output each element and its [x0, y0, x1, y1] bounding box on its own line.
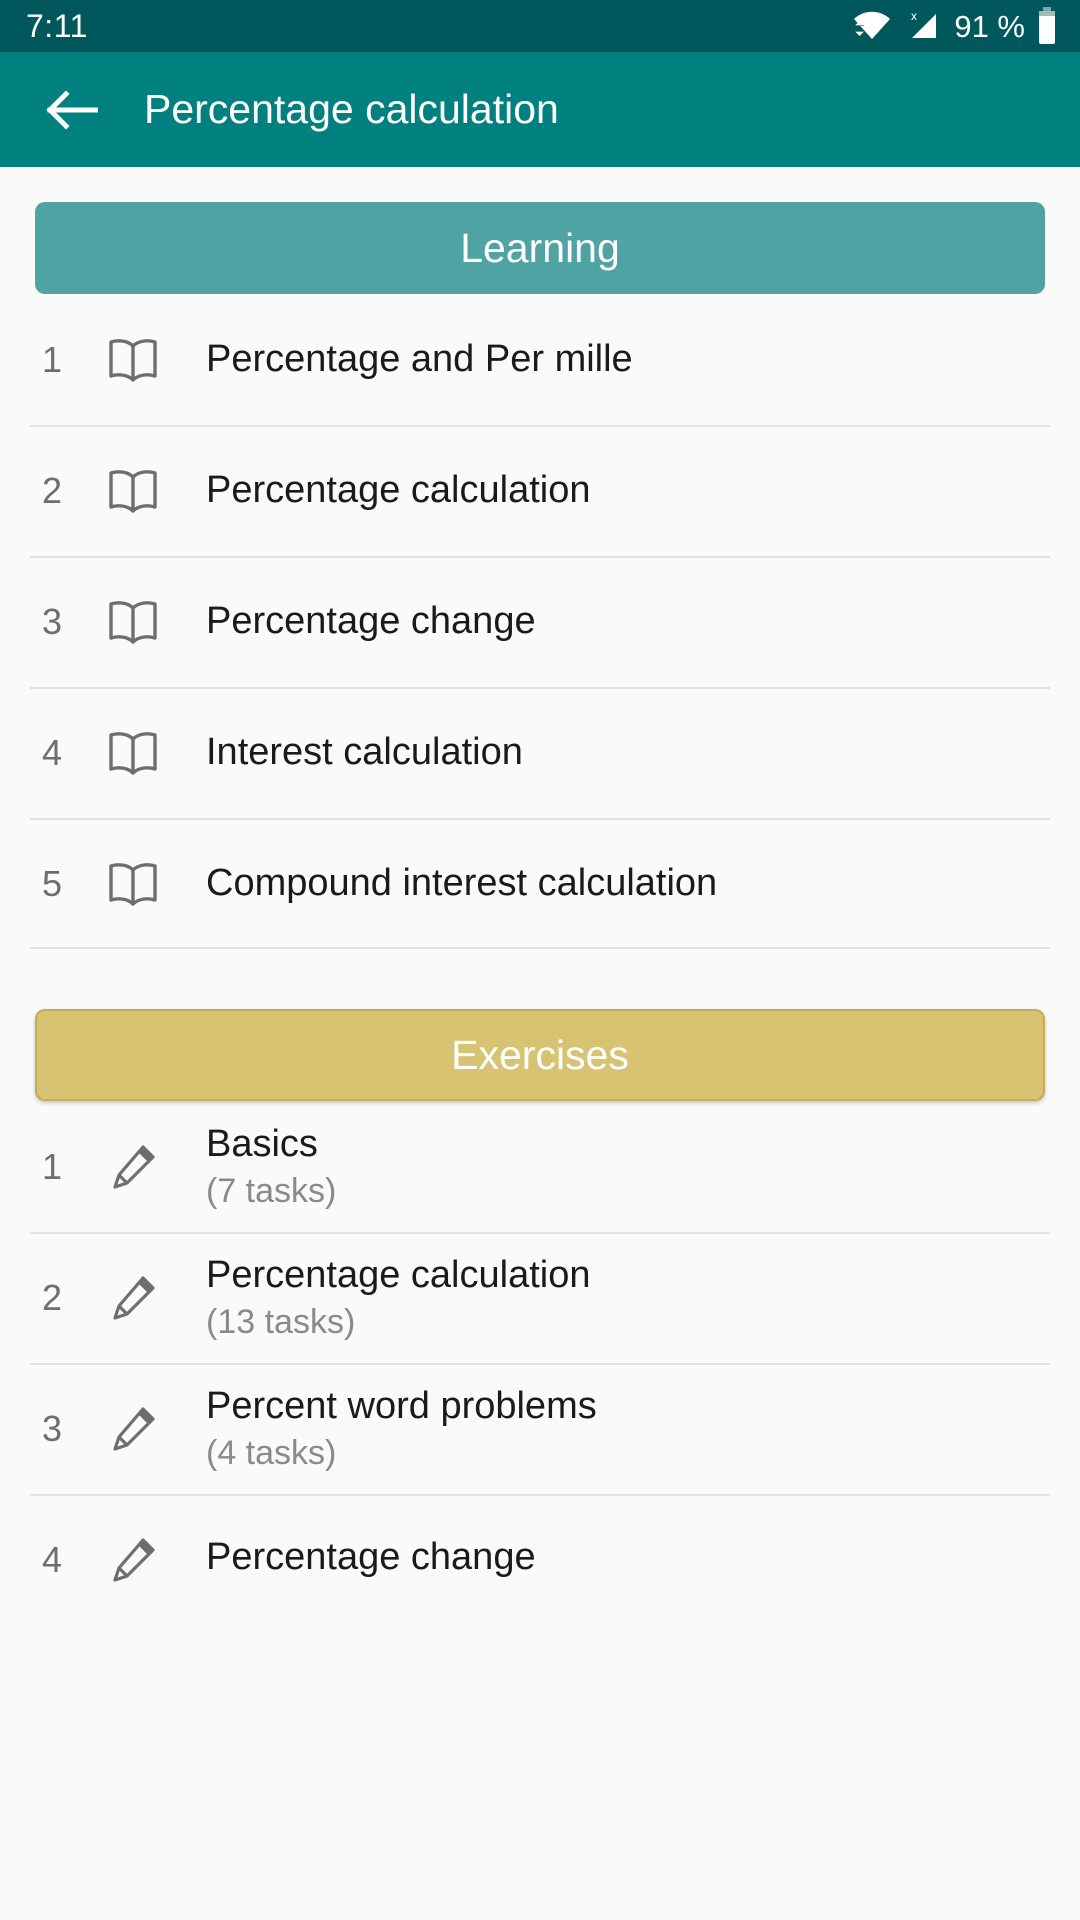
list-item-index: 2	[41, 1276, 63, 1318]
list-item-title: Basics	[206, 1122, 318, 1165]
back-button[interactable]	[40, 79, 102, 141]
battery-percent-label: 91 %	[954, 8, 1025, 44]
list-item-index: 3	[41, 600, 63, 642]
section-header-exercises[interactable]: Exercises	[35, 1009, 1045, 1101]
list-item-title: Percentage calculation	[206, 469, 591, 512]
status-bar: 7:11 x 91 %	[0, 0, 1080, 52]
book-icon	[102, 467, 164, 515]
list-item-body: Percentage and Per mille	[206, 337, 633, 382]
battery-icon	[1036, 7, 1058, 45]
list-item-body: Basics (7 tasks)	[206, 1122, 336, 1212]
list-item-index: 3	[41, 1407, 63, 1449]
list-item-task-count: (13 tasks)	[206, 1302, 356, 1341]
list-item-title: Interest calculation	[206, 731, 523, 774]
pencil-icon	[102, 1272, 164, 1324]
list-item-body: Percent word problems (4 tasks)	[206, 1384, 597, 1474]
list-item-body: Percentage calculation (13 tasks)	[206, 1253, 590, 1343]
list-item-index: 4	[41, 1538, 63, 1580]
svg-text:x: x	[911, 9, 917, 23]
list-item-title: Percentage change	[206, 600, 536, 643]
list-item[interactable]: 4 Interest calculation	[0, 687, 1080, 818]
list-item-body: Percentage change	[206, 1535, 536, 1584]
list-item-title: Compound interest calculation	[206, 862, 718, 905]
page-title: Percentage calculation	[144, 86, 559, 132]
status-clock: 7:11	[26, 8, 88, 44]
list-item-title: Percentage change	[206, 1536, 536, 1579]
status-bar-icons: x 91 %	[852, 7, 1058, 45]
list-item-body: Percentage calculation	[206, 468, 590, 513]
back-arrow-icon	[44, 88, 98, 132]
list-item-task-count: (4 tasks)	[206, 1433, 337, 1472]
book-icon	[102, 598, 164, 646]
list-item[interactable]: 5 Compound interest calculation	[0, 818, 1080, 949]
list-item-index: 5	[41, 862, 63, 904]
list-item-body: Compound interest calculation	[206, 861, 717, 906]
list-item[interactable]: 4 Percentage change	[0, 1494, 1080, 1625]
list-item[interactable]: 1 Percentage and Per mille	[0, 294, 1080, 425]
list-item-index: 2	[41, 469, 63, 511]
book-icon	[102, 729, 164, 777]
pencil-icon	[102, 1141, 164, 1193]
wifi-icon	[852, 9, 892, 43]
section-header-exercises-label: Exercises	[451, 1031, 629, 1078]
list-item-index: 1	[41, 338, 63, 380]
list-item[interactable]: 2 Percentage calculation (13 tasks)	[0, 1232, 1080, 1363]
list-item-title: Percentage calculation	[206, 1253, 591, 1296]
book-icon	[102, 860, 164, 908]
list-item[interactable]: 1 Basics (7 tasks)	[0, 1101, 1080, 1232]
cellular-no-sim-icon: x	[903, 8, 941, 44]
list-item[interactable]: 2 Percentage calculation	[0, 425, 1080, 556]
list-item-index: 1	[41, 1145, 63, 1187]
section-header-learning[interactable]: Learning	[35, 202, 1045, 294]
book-icon	[102, 336, 164, 384]
list-item-title: Percent word problems	[206, 1384, 597, 1427]
list-item-body: Percentage change	[206, 599, 536, 644]
learning-list: 1 Percentage and Per mille 2 Percentage …	[0, 294, 1080, 949]
pencil-icon	[102, 1403, 164, 1455]
section-header-learning-label: Learning	[460, 224, 620, 271]
list-item-body: Interest calculation	[206, 730, 523, 775]
app-bar: Percentage calculation	[0, 52, 1080, 167]
list-item-task-count: (7 tasks)	[206, 1171, 337, 1210]
list-item[interactable]: 3 Percent word problems (4 tasks)	[0, 1363, 1080, 1494]
content-area: Learning 1 Percentage and Per mille 2 Pe…	[0, 167, 1080, 1625]
list-item[interactable]: 3 Percentage change	[0, 556, 1080, 687]
exercises-list: 1 Basics (7 tasks) 2 Percentage calculat…	[0, 1101, 1080, 1625]
pencil-icon	[102, 1534, 164, 1586]
list-item-index: 4	[41, 731, 63, 773]
list-item-title: Percentage and Per mille	[206, 338, 633, 381]
